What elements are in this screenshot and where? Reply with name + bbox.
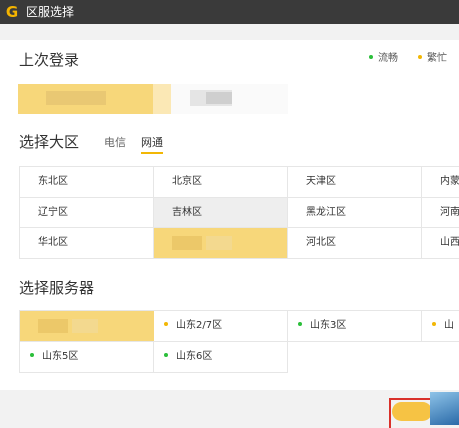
green-dot-icon	[369, 55, 373, 59]
zone-grid: 东北区 北京区 天津区 内蒙 辽宁区 吉林区 黑龙江区 河南 华北区 河北区 山…	[19, 166, 459, 259]
server-select-title: 选择服务器	[19, 279, 95, 297]
busy-status-icon	[164, 322, 168, 326]
zone-cell[interactable]: 华北区	[20, 228, 154, 259]
yellow-dot-icon	[418, 55, 422, 59]
server-name: 山东2/7区	[176, 320, 223, 331]
highlight-marker	[389, 398, 431, 428]
zone-cell[interactable]: 内蒙	[422, 167, 459, 198]
blurred-fade	[153, 84, 171, 114]
smooth-status-icon	[298, 322, 302, 326]
zone-cell[interactable]: 北京区	[154, 167, 288, 198]
legend-busy-label: 繁忙	[427, 53, 447, 64]
server-cell[interactable]: 山东3区	[288, 311, 422, 342]
server-cell[interactable]: 山	[422, 311, 459, 342]
zone-select-title: 选择大区	[19, 133, 80, 151]
tab-telecom[interactable]: 电信	[104, 136, 126, 150]
bottom-bar	[0, 390, 459, 428]
smooth-status-icon	[164, 353, 168, 357]
zone-cell[interactable]: 山西	[422, 228, 459, 259]
server-name: 山东3区	[310, 320, 347, 331]
server-cell[interactable]: 山东2/7区	[154, 311, 288, 342]
busy-status-icon	[432, 322, 436, 326]
last-login-server[interactable]	[18, 84, 288, 114]
server-cell[interactable]: 山东5区	[20, 342, 154, 373]
zone-cell[interactable]: 河南	[422, 198, 459, 228]
server-cell[interactable]: 山东6区	[154, 342, 288, 373]
zone-cell[interactable]: 河北区	[288, 228, 422, 259]
blurred-server-status	[190, 90, 232, 106]
server-cell-selected-blurred[interactable]	[20, 311, 154, 342]
server-grid: 山东2/7区 山东3区 山 山东5区 山东6区	[19, 310, 459, 373]
tab-netcom[interactable]: 网通	[141, 136, 163, 154]
zone-cell[interactable]: 天津区	[288, 167, 422, 198]
game-logo-icon: G	[5, 3, 19, 21]
corner-decoration	[430, 392, 459, 425]
zone-cell[interactable]: 东北区	[20, 167, 154, 198]
legend-smooth-label: 流畅	[378, 53, 398, 64]
zone-cell-hovered[interactable]: 吉林区	[154, 198, 288, 228]
zone-cell[interactable]: 辽宁区	[20, 198, 154, 228]
zone-cell-selected-blurred[interactable]	[154, 228, 288, 259]
zone-cell[interactable]: 黑龙江区	[288, 198, 422, 228]
window-title: 区服选择	[26, 5, 75, 19]
legend-smooth: 流畅	[369, 52, 398, 66]
blurred-server-name	[18, 84, 153, 114]
legend-busy: 繁忙	[418, 52, 447, 66]
smooth-status-icon	[30, 353, 34, 357]
server-name: 山	[444, 320, 454, 331]
title-bar: G 区服选择	[0, 0, 459, 24]
server-name: 山东5区	[42, 351, 79, 362]
server-name: 山东6区	[176, 351, 213, 362]
last-login-title: 上次登录	[19, 51, 80, 69]
